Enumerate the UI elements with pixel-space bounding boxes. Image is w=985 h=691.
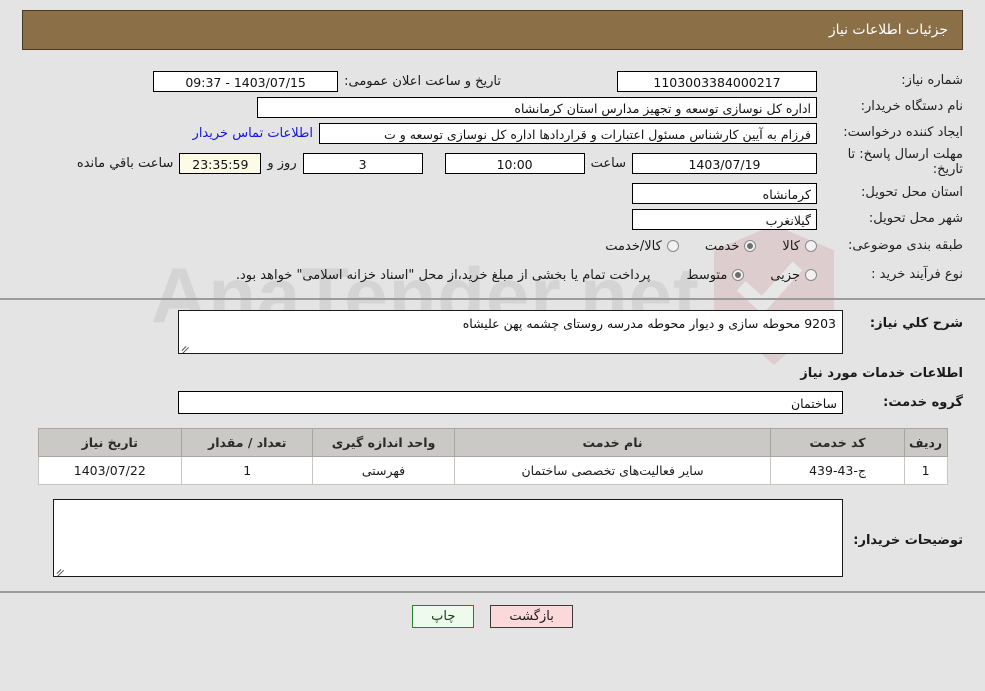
buyer-comments-textarea[interactable] (53, 499, 843, 577)
buyer-org-value: اداره کل نوسازی توسعه و تجهیز مدارس استا… (257, 96, 817, 118)
deadline-label: مهلت ارسال پاسخ: تا تاریخ: (847, 147, 963, 177)
days-label: روز و (267, 155, 297, 171)
items-table: ردیف کد خدمت نام خدمت واحد اندازه گیری ت… (37, 428, 948, 485)
back-button[interactable]: بازگشت (490, 605, 573, 628)
row-service-group: گروه خدمت: ساختمان (22, 391, 963, 422)
row-need-number: شماره نیاز: 1103003384000217 تاریخ و ساع… (0, 68, 985, 94)
footer-button-bar: بازگشت چاپ (0, 593, 985, 628)
announce-datetime-value: 1403/07/15 - 09:37 (153, 70, 339, 92)
radio-item-jozei[interactable]: جزیی (770, 268, 817, 283)
page-title: جزئیات اطلاعات نیاز (828, 22, 948, 38)
radio-circle-khedmat[interactable] (744, 240, 757, 252)
radio-label-jozei: جزیی (770, 267, 800, 283)
radio-item-khedmat[interactable]: خدمت (705, 239, 757, 254)
th-date: تاریخ نیاز (37, 428, 183, 457)
city-label: شهر محل تحویل: (868, 210, 963, 226)
th-quantity: تعداد / مقدار (181, 428, 314, 457)
table-header-row: ردیف کد خدمت نام خدمت واحد اندازه گیری ت… (37, 428, 948, 457)
radio-circle-kala[interactable] (805, 240, 817, 252)
need-details-section: شرح کلي نیاز: 9203 محوطه سازی و دیوار مح… (0, 300, 985, 422)
cell-quantity: 1 (181, 456, 314, 485)
radio-circle-kala-khedmat[interactable] (666, 240, 679, 252)
buyer-comments-label: توضیحات خریدار: (853, 533, 963, 548)
buyer-contact-link[interactable]: اطلاعات تماس خریدار (187, 126, 319, 141)
hour-label: ساعت (590, 155, 626, 171)
row-buyer-org: نام دستگاه خریدار: اداره کل نوسازی توسعه… (0, 94, 985, 120)
cell-name: سایر فعالیت‌های تخصصی ساختمان (453, 456, 772, 485)
need-number-label: شماره نیاز: (901, 72, 963, 88)
countdown-timer: 23:35:59 (179, 152, 262, 174)
resize-grip-icon-2[interactable] (56, 565, 66, 576)
row-city: شهر محل تحویل: گیلانغرب (0, 206, 985, 232)
radio-label-motavaset: متوسط (686, 267, 728, 283)
main-panel: شماره نیاز: 1103003384000217 تاریخ و ساع… (0, 62, 985, 628)
row-need-description: شرح کلي نیاز: 9203 محوطه سازی و دیوار مح… (22, 300, 963, 354)
service-group-value: ساختمان (178, 391, 843, 414)
radio-label-kala-khedmat: کالا/خدمت (605, 238, 662, 254)
th-name: نام خدمت (453, 428, 772, 457)
radio-item-motavaset[interactable]: متوسط (686, 267, 745, 283)
resize-grip-icon[interactable] (181, 342, 191, 353)
radio-circle-jozei[interactable] (805, 269, 817, 281)
row-province: استان محل تحویل: کرمانشاه (0, 180, 985, 206)
payment-note: پرداخت تمام یا بخشی از مبلغ خرید،از محل … (235, 267, 651, 283)
row-requester: ایجاد کننده درخواست: فرزام به آیین کارشن… (0, 120, 985, 146)
remaining-days-value: 3 (302, 152, 423, 174)
remaining-hours-label: ساعت باقي مانده (76, 155, 174, 171)
row-deadline: مهلت ارسال پاسخ: تا تاریخ: 1403/07/19 سا… (0, 146, 985, 180)
cell-date: 1403/07/22 (37, 456, 183, 485)
need-description-value: 9203 محوطه سازی و دیوار محوطه مدرسه روست… (462, 316, 836, 331)
service-group-label: گروه خدمت: (883, 395, 963, 410)
classification-radio-group: کالا خدمت کالا/خدمت (579, 239, 817, 254)
purchase-type-label: نوع فرآیند خرید : (871, 266, 963, 282)
deadline-time-value: 10:00 (444, 152, 585, 174)
cell-unit: فهرستی (312, 456, 455, 485)
city-value: گیلانغرب (632, 208, 817, 230)
th-code: کد خدمت (770, 428, 905, 457)
radio-label-khedmat: خدمت (704, 238, 740, 254)
page-header: جزئیات اطلاعات نیاز (22, 10, 963, 50)
radio-label-kala: کالا (782, 238, 800, 254)
radio-item-kala-khedmat[interactable]: کالا/خدمت (605, 239, 679, 254)
requester-label: ایجاد کننده درخواست: (843, 124, 963, 140)
print-button[interactable]: چاپ (412, 605, 475, 628)
announce-datetime-label: تاریخ و ساعت اعلان عمومی: (344, 73, 501, 89)
province-label: استان محل تحویل: (861, 184, 963, 200)
requester-value: فرزام به آیین کارشناس مسئول اعتبارات و ق… (319, 122, 817, 144)
table-row: 1 ج-43-439 سایر فعالیت‌های تخصصی ساختمان… (37, 456, 948, 485)
row-purchase-type: نوع فرآیند خرید : جزیی متوسط پرداخت تمام… (0, 260, 985, 290)
row-buyer-comments: توضیحات خریدار: (0, 485, 985, 577)
th-unit: واحد اندازه گیری (312, 428, 455, 457)
need-description-textarea[interactable]: 9203 محوطه سازی و دیوار محوطه مدرسه روست… (178, 310, 843, 354)
cell-index: 1 (903, 456, 948, 485)
deadline-date-value: 1403/07/19 (632, 152, 817, 174)
province-value: کرمانشاه (632, 182, 817, 204)
cell-code: ج-43-439 (770, 456, 905, 485)
buyer-org-label: نام دستگاه خریدار: (860, 98, 963, 114)
row-classification: طبقه بندی موضوعی: کالا خدمت کالا/خدمت (0, 232, 985, 260)
purchase-type-radio-group: جزیی متوسط (660, 268, 817, 283)
need-description-label: شرح کلي نیاز: (869, 316, 963, 331)
radio-item-kala[interactable]: کالا (782, 239, 817, 254)
classification-label: طبقه بندی موضوعی: (847, 237, 963, 253)
need-number-value: 1103003384000217 (617, 70, 817, 92)
th-index: ردیف (903, 428, 948, 457)
radio-circle-motavaset[interactable] (732, 269, 745, 281)
services-section-heading: اطلاعات خدمات مورد نیاز (800, 366, 963, 381)
